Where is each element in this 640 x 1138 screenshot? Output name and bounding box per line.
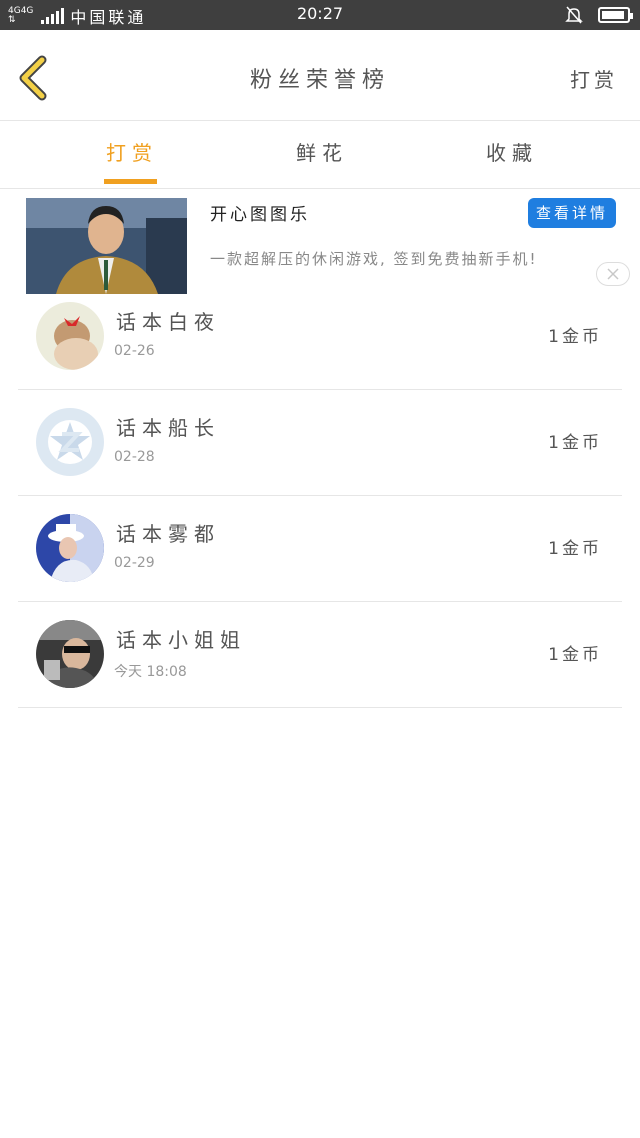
reward-date: 02-29 [114, 555, 155, 571]
reward-amount: 1金币 [548, 539, 602, 559]
reward-amount: 1金币 [548, 433, 602, 453]
reward-amount: 1金币 [548, 327, 602, 347]
avatar[interactable] [36, 620, 104, 688]
ad-details-button[interactable]: 查看详情 [528, 198, 616, 228]
ad-close-button[interactable] [596, 262, 630, 286]
reward-date: 02-28 [114, 449, 155, 465]
status-bar: 4G4G ⇅ 中国联通 20:27 [0, 0, 640, 30]
silent-bell-icon [565, 6, 583, 24]
tab-favorites[interactable]: 收藏 [452, 137, 572, 166]
reward-date: 02-26 [114, 343, 155, 359]
ad-banner[interactable]: 开心图图乐 一款超解压的休闲游戏, 签到免费抽新手机! 查看详情 [26, 198, 632, 294]
ad-image [26, 198, 187, 294]
tab-bar: 打赏 鲜花 收藏 [0, 121, 640, 189]
avatar[interactable] [36, 302, 104, 370]
close-icon [607, 268, 619, 280]
page-title: 粉丝荣誉榜 [249, 68, 390, 93]
ad-description: 一款超解压的休闲游戏, 签到免费抽新手机! [210, 250, 538, 268]
fan-name: 话本小姐姐 [116, 628, 246, 652]
status-right [564, 5, 633, 25]
avatar[interactable] [36, 408, 104, 476]
nav-bar: 粉丝荣誉榜 打赏 [0, 30, 640, 121]
ad-title: 开心图图乐 [210, 205, 310, 225]
list-item[interactable]: 话本白夜 02-26 1金币 [18, 284, 622, 390]
reward-action-button[interactable]: 打赏 [570, 64, 618, 93]
avatar[interactable] [36, 514, 104, 582]
battery-icon [598, 7, 633, 23]
list-item[interactable]: 话本雾都 02-29 1金币 [18, 496, 622, 602]
fan-name: 话本雾都 [116, 522, 220, 546]
ad-thumbnail[interactable] [26, 198, 187, 294]
battery-level [602, 11, 624, 19]
reward-date: 今天 18:08 [114, 664, 187, 680]
status-time: 20:27 [296, 4, 344, 23]
reward-amount: 1金币 [548, 645, 602, 665]
tab-reward[interactable]: 打赏 [72, 137, 192, 166]
list-item[interactable]: 话本小姐姐 今天 18:08 1金币 [18, 602, 622, 708]
fan-name: 话本白夜 [116, 310, 220, 334]
tab-flowers[interactable]: 鲜花 [262, 137, 382, 166]
active-tab-indicator [104, 179, 157, 184]
fan-list: 话本白夜 02-26 1金币 话本船长 02-28 1金币 话本雾都 02-29… [18, 284, 622, 708]
fan-name: 话本船长 [116, 416, 220, 440]
list-item[interactable]: 话本船长 02-28 1金币 [18, 390, 622, 496]
